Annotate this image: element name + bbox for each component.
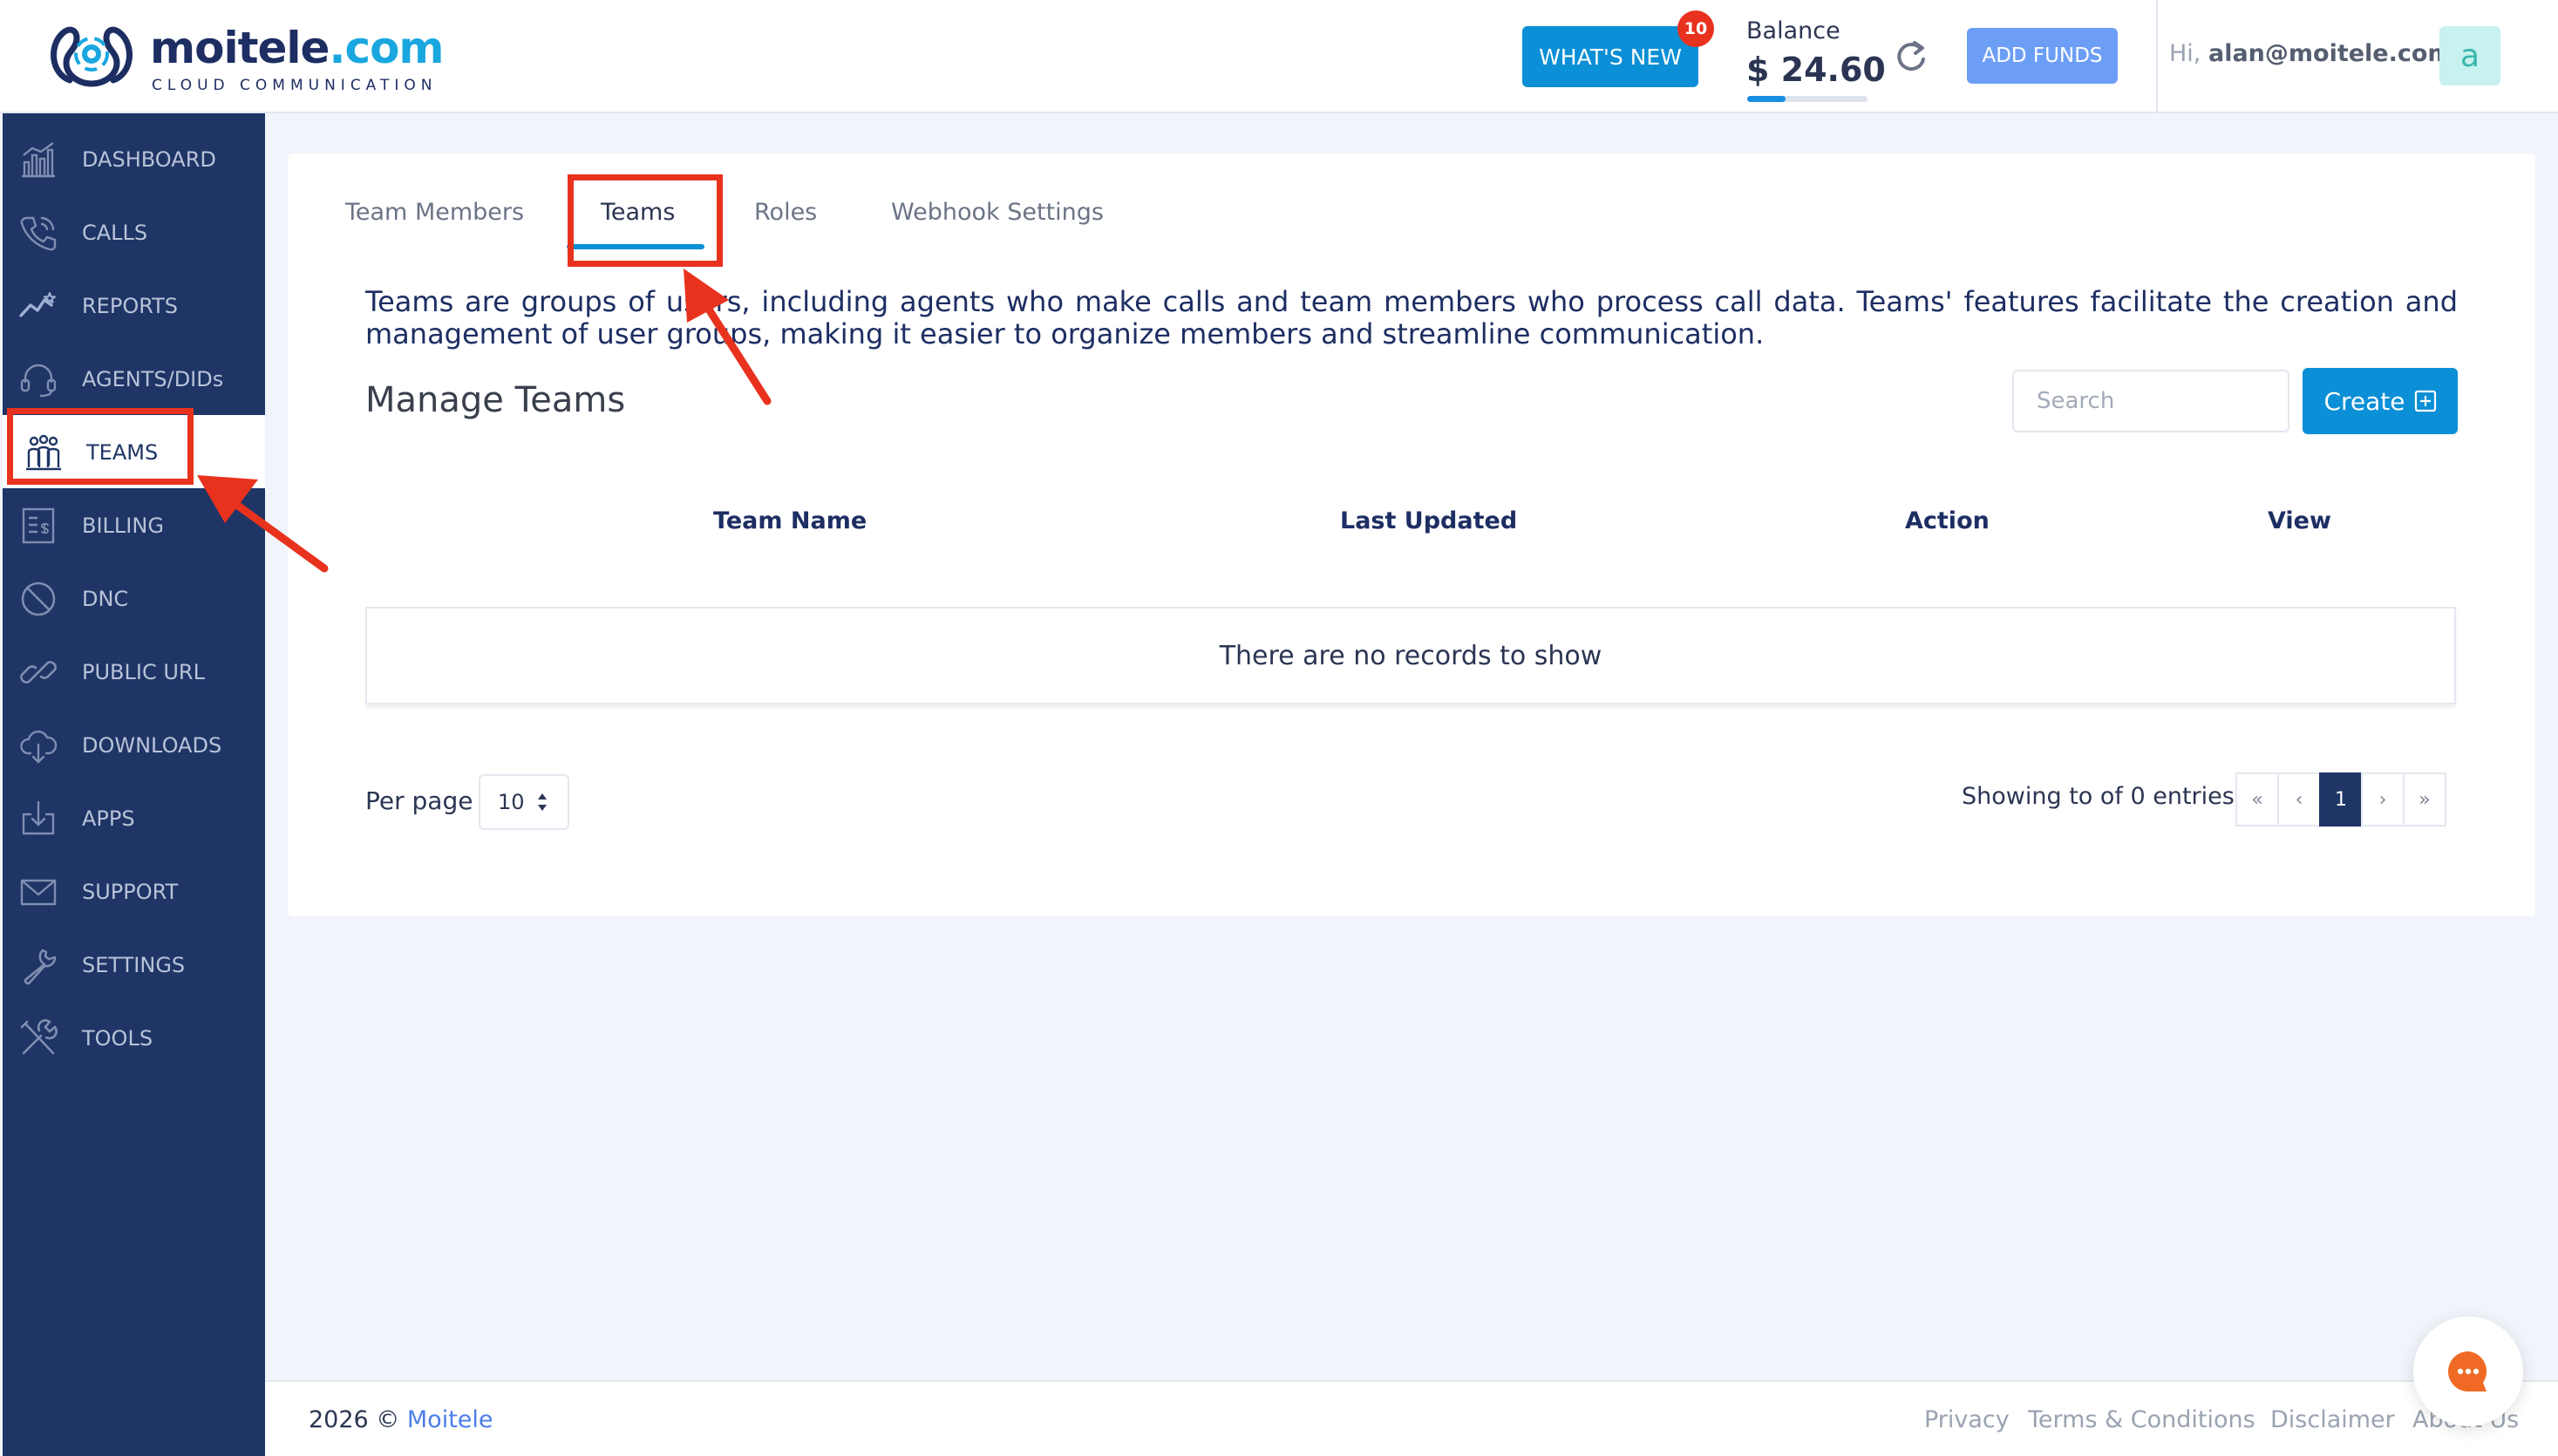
pager-last-button[interactable]: » — [2403, 772, 2446, 827]
refresh-icon[interactable] — [1894, 38, 1929, 77]
sidebar-item-downloads[interactable]: DOWNLOADS — [3, 708, 265, 781]
sidebar-item-label: REPORTS — [82, 294, 179, 318]
avatar[interactable]: a — [2439, 26, 2500, 85]
moitele-logo[interactable]: moitele.com CLOUD COMMUNICATION — [44, 19, 445, 94]
sidebar-item-settings[interactable]: SETTINGS — [3, 928, 265, 1001]
copyright-year: 2026 © — [309, 1406, 400, 1433]
logo-tagline: CLOUD COMMUNICATION — [152, 77, 438, 94]
showing-entries-text: Showing to of 0 entries — [1962, 783, 2235, 810]
sidebar-item-dnc[interactable]: DNC — [3, 561, 265, 635]
greeting-prefix: Hi, — [2169, 40, 2201, 67]
sidebar-item-label: DNC — [82, 587, 129, 611]
pager-page-1[interactable]: 1 — [2319, 772, 2363, 827]
sidebar-item-label: BILLING — [82, 514, 164, 538]
sort-arrows-icon — [538, 793, 547, 811]
sidebar-item-tools[interactable]: TOOLS — [3, 1001, 265, 1074]
sidebar-item-dashboard[interactable]: DASHBOARD — [3, 122, 265, 195]
phone-icon — [20, 216, 57, 251]
column-header-view: View — [2268, 507, 2331, 534]
sidebar-item-public-url[interactable]: PUBLIC URL — [3, 635, 265, 708]
sidebar-item-label: PUBLIC URL — [82, 660, 205, 684]
teams-description: Teams are groups of users, including age… — [365, 285, 2458, 350]
headset-icon — [20, 364, 57, 398]
footer-brand-link[interactable]: Moitele — [407, 1406, 493, 1433]
pagination: « ‹ 1 › » — [2235, 772, 2446, 827]
wrench-icon — [24, 949, 57, 985]
copyright: 2026 © Moitele — [309, 1406, 493, 1433]
whats-new-button[interactable]: WHAT'S NEW — [1522, 26, 1698, 87]
highlight-box-teams-tab — [568, 174, 723, 267]
add-funds-button[interactable]: ADD FUNDS — [1967, 28, 2118, 84]
sidebar-item-calls[interactable]: CALLS — [3, 195, 265, 269]
sidebar: DASHBOARD CALLS REPORTS AGENTS/DIDs TEAM… — [3, 113, 265, 1456]
sidebar-item-label: SETTINGS — [82, 953, 186, 977]
column-header-team-name[interactable]: Team Name — [713, 507, 867, 534]
envelope-icon — [20, 879, 57, 906]
footer-link-privacy[interactable]: Privacy — [1924, 1406, 2010, 1433]
sidebar-item-reports[interactable]: REPORTS — [3, 269, 265, 342]
balance-progress-fill — [1747, 96, 1786, 102]
sidebar-item-agents-dids[interactable]: AGENTS/DIDs — [3, 342, 265, 415]
per-page-value: 10 — [498, 790, 525, 814]
teams-card: Team Members Teams Roles Webhook Setting… — [288, 153, 2535, 916]
search-input[interactable] — [2012, 370, 2289, 432]
create-team-button[interactable]: Create — [2303, 368, 2458, 434]
chat-widget-button[interactable] — [2413, 1317, 2523, 1426]
footer-link-disclaimer[interactable]: Disclaimer — [2270, 1406, 2395, 1433]
user-greeting[interactable]: Hi, alan@moitele.com — [2169, 40, 2453, 67]
create-label: Create — [2323, 386, 2405, 416]
pager-first-button[interactable]: « — [2235, 772, 2279, 827]
top-header: moitele.com CLOUD COMMUNICATION WHAT'S N… — [0, 0, 2558, 113]
link-icon — [20, 661, 57, 684]
empty-table-message: There are no records to show — [365, 607, 2456, 704]
highlight-box-teams-nav — [7, 408, 194, 485]
trend-line-icon — [19, 292, 56, 317]
tools-icon — [20, 1019, 58, 1055]
sidebar-item-label: SUPPORT — [82, 880, 179, 904]
sidebar-item-label: DASHBOARD — [82, 147, 216, 172]
notification-badge: 10 — [1677, 10, 1714, 47]
balance-progress-bar — [1747, 96, 1867, 102]
per-page-label: Per page — [365, 786, 473, 815]
logo-name-text: moitele — [150, 23, 330, 73]
footer-link-terms[interactable]: Terms & Conditions — [2028, 1406, 2255, 1433]
chat-bubble-icon — [2448, 1351, 2487, 1391]
logo-mark-icon — [51, 26, 133, 87]
app-download-icon — [22, 800, 55, 835]
sidebar-item-label: DOWNLOADS — [82, 733, 222, 758]
sidebar-item-billing[interactable]: BILLING — [3, 488, 265, 561]
tab-roles[interactable]: Roles — [754, 199, 817, 226]
sidebar-item-label: TOOLS — [82, 1026, 153, 1051]
invoice-icon — [22, 507, 55, 544]
sidebar-item-label: APPS — [82, 806, 135, 831]
pager-prev-button[interactable]: ‹ — [2277, 772, 2321, 827]
column-header-action: Action — [1905, 507, 1990, 534]
block-icon — [21, 582, 56, 616]
dashboard-chart-icon — [22, 142, 55, 178]
sidebar-item-label: CALLS — [82, 221, 148, 245]
sidebar-item-support[interactable]: SUPPORT — [3, 854, 265, 928]
tab-webhook-settings[interactable]: Webhook Settings — [891, 199, 1104, 226]
logo-domain-text: .com — [329, 23, 444, 73]
balance-label: Balance — [1746, 17, 1840, 44]
per-page-select[interactable]: 10 — [479, 774, 569, 830]
tab-team-members[interactable]: Team Members — [345, 199, 524, 226]
plus-square-icon — [2414, 390, 2436, 412]
pager-next-button[interactable]: › — [2361, 772, 2405, 827]
page-title: Manage Teams — [365, 380, 626, 420]
sidebar-item-apps[interactable]: APPS — [3, 781, 265, 854]
cloud-download-icon — [20, 730, 58, 764]
column-header-last-updated[interactable]: Last Updated — [1340, 507, 1517, 534]
sidebar-item-label: AGENTS/DIDs — [82, 367, 224, 391]
header-divider — [2156, 0, 2158, 113]
footer: 2026 © Moitele Privacy Terms & Condition… — [265, 1380, 2558, 1456]
balance-value: $ 24.60 — [1746, 51, 1886, 89]
user-email: alan@moitele.com — [2208, 40, 2453, 67]
